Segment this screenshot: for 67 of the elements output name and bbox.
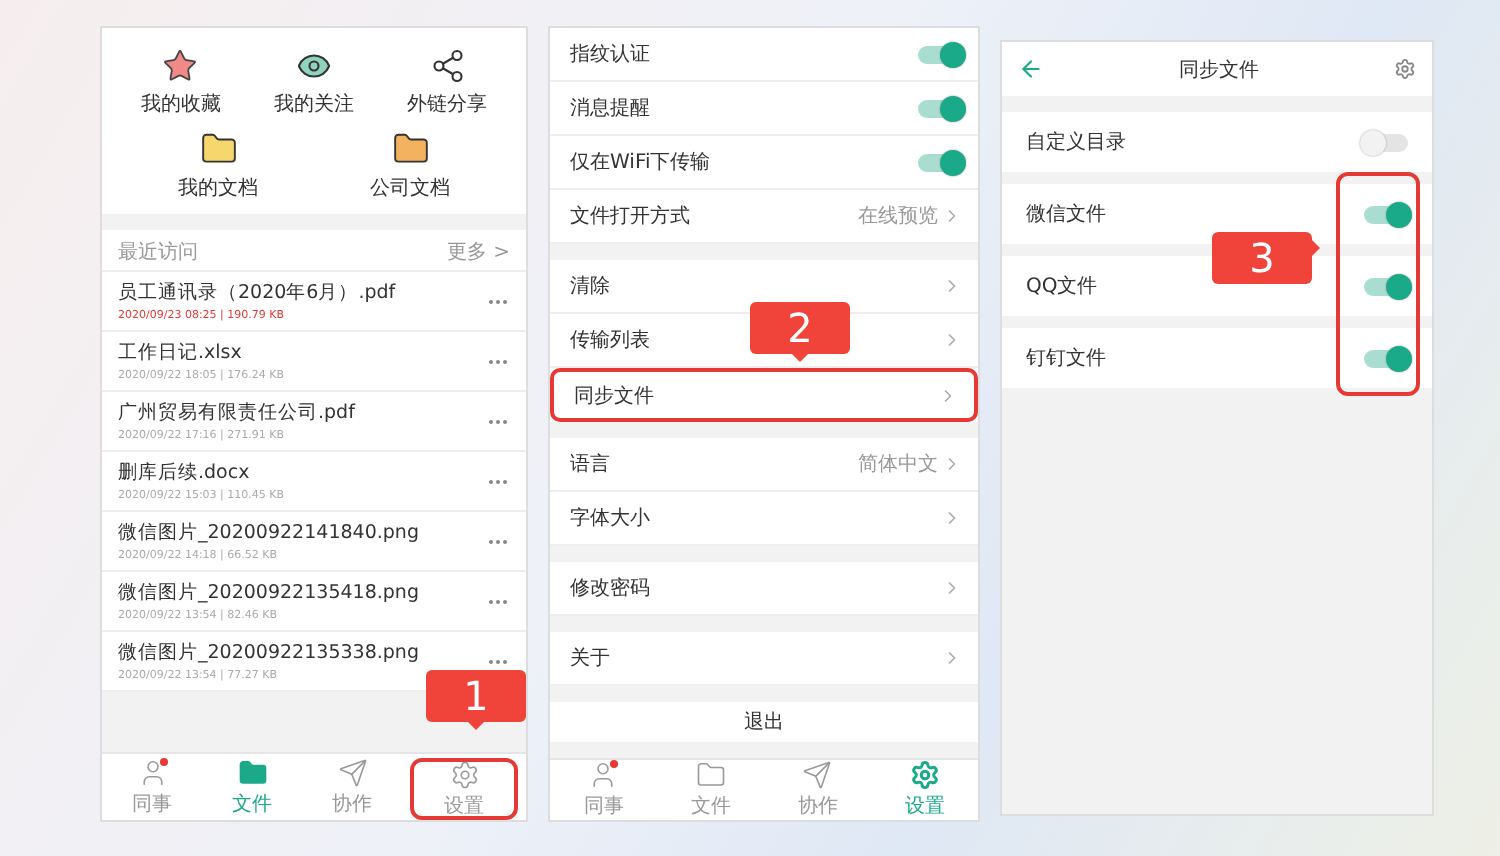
toggle-switch[interactable] — [918, 45, 962, 63]
settings-row[interactable]: 仅在WiFi下传输 — [550, 136, 978, 190]
folder-icon — [695, 760, 726, 790]
share-icon — [429, 48, 466, 84]
row-label: 语言 — [570, 451, 610, 478]
file-name: 删库后续.docx — [118, 460, 252, 486]
paper-plane-icon — [802, 760, 833, 790]
toggle-switch[interactable] — [1364, 133, 1408, 151]
row-value: 在线预览 — [858, 203, 938, 230]
folder-icon — [391, 130, 429, 168]
settings-row[interactable]: 修改密码 — [550, 562, 978, 616]
toggle-switch[interactable] — [1364, 205, 1408, 223]
settings-icon — [909, 760, 940, 790]
badge-dot — [610, 760, 619, 768]
row-label: 字体大小 — [570, 505, 650, 532]
file-name: 广州贸易有限责任公司.pdf — [118, 400, 355, 426]
settings-row[interactable]: 消息提醒 — [550, 82, 978, 136]
file-name: 员工通讯录（2020年6月）.pdf — [118, 280, 396, 306]
row-label: QQ文件 — [1026, 273, 1098, 300]
settings-row[interactable]: 微信文件 — [1002, 184, 1432, 244]
row-label: 关于 — [570, 645, 610, 672]
toggle-switch[interactable] — [1364, 349, 1408, 367]
row-value: 简体中文 — [858, 451, 938, 478]
row-label: 钉钉文件 — [1026, 345, 1106, 372]
logout-button[interactable]: 退出 — [550, 702, 978, 742]
settings-row[interactable]: 钉钉文件 — [1002, 328, 1432, 388]
settings-row[interactable]: 字体大小 — [550, 492, 978, 546]
badge-dot — [159, 757, 167, 765]
toggle-switch[interactable] — [918, 153, 962, 171]
toggle-switch[interactable] — [1364, 277, 1408, 295]
settings-icon[interactable] — [1394, 58, 1416, 80]
settings-row[interactable]: 文件打开方式 在线预览 — [550, 190, 978, 244]
folder-icon — [237, 757, 267, 787]
settings-row[interactable]: 指纹认证 — [550, 28, 978, 82]
row-label: 修改密码 — [570, 575, 650, 602]
shortcut[interactable]: 我的收藏 — [120, 48, 241, 118]
settings-row[interactable]: 关于 — [550, 632, 978, 686]
folder-icon — [199, 130, 237, 168]
person-icon — [588, 760, 619, 790]
file-name: 微信图片_20200922135418.png — [118, 580, 419, 606]
row-label: 同步文件 — [574, 383, 654, 409]
settings-row[interactable]: 语言 简体中文 — [550, 438, 978, 492]
screen-title: 同步文件 — [1179, 57, 1259, 83]
star-icon — [162, 48, 199, 84]
person-icon — [137, 757, 167, 787]
file-name: 工作日记.xlsx — [118, 340, 244, 366]
row-label: 自定义目录 — [1026, 129, 1126, 156]
section-title: 最近访问 — [118, 239, 198, 266]
row-label: 消息提醒 — [570, 95, 650, 122]
settings-row[interactable]: 自定义目录 — [1002, 112, 1432, 172]
row-label: 微信文件 — [1026, 201, 1106, 228]
row-label: 指纹认证 — [570, 41, 650, 68]
settings-icon — [449, 759, 479, 789]
row-label: 清除 — [570, 273, 610, 300]
shortcut[interactable]: 公司文档 — [350, 130, 470, 202]
file-name: 微信图片_20200922141840.png — [118, 520, 419, 546]
file-name: 微信图片_20200922135338.png — [118, 640, 419, 666]
shortcut[interactable]: 外链分享 — [387, 48, 508, 118]
paper-plane-icon — [337, 757, 367, 787]
shortcut[interactable]: 我的文档 — [158, 130, 278, 202]
row-label: 文件打开方式 — [570, 203, 690, 230]
row-label: 仅在WiFi下传输 — [570, 150, 711, 176]
toggle-switch[interactable] — [918, 99, 962, 117]
settings-row[interactable]: 同步文件 — [550, 368, 978, 422]
row-label: 传输列表 — [570, 327, 650, 354]
shortcut[interactable]: 我的关注 — [253, 48, 374, 118]
back-icon[interactable] — [1018, 56, 1044, 82]
